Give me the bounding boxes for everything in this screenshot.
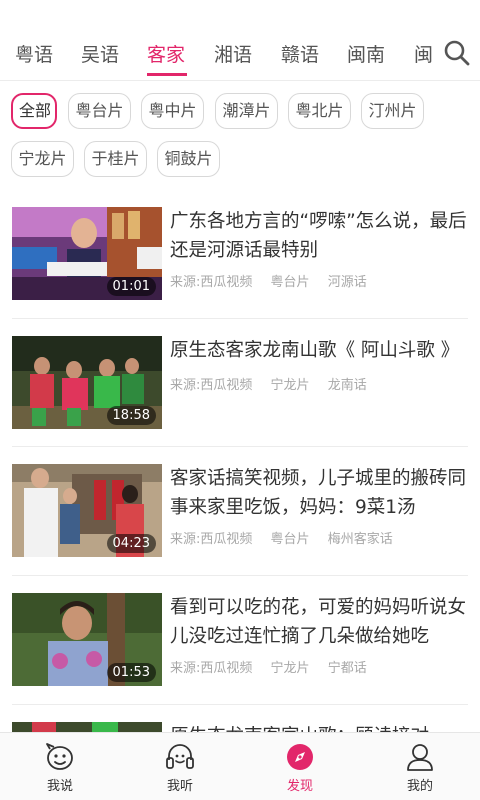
tab-wu[interactable]: 吴语 <box>81 40 119 70</box>
video-region-tag: 粤台片 <box>270 532 310 547</box>
tab-hakka[interactable]: 客家 <box>147 40 185 70</box>
video-thumbnail[interactable]: 04:23 <box>12 464 162 557</box>
chip-all[interactable]: 全部 <box>11 93 57 129</box>
video-meta: 来源:西瓜视频 粤台片 河源话 <box>170 271 381 290</box>
dialect-tab-bar: 粤语 吴语 客家 湘语 赣语 闽南 闽 <box>0 0 480 80</box>
video-region-tag: 宁龙片 <box>270 378 310 393</box>
chip-yugui[interactable]: 于桂片 <box>84 141 147 177</box>
headphones-icon <box>166 744 194 769</box>
video-item[interactable]: 18:58 原生态客家龙南山歌《 阿山斗歌 》 来源:西瓜视频 宁龙片 龙南话 <box>0 336 480 454</box>
speech-bubble-icon <box>46 743 73 770</box>
nav-item-speak[interactable]: 我说 <box>0 733 120 800</box>
video-title[interactable]: 客家话搞笑视频，儿子城里的搬砖同事来家里吃饭，妈妈：9菜1汤 <box>170 464 474 522</box>
video-thumbnail[interactable]: 01:01 <box>12 207 162 300</box>
chip-yuezhong[interactable]: 粤中片 <box>141 93 204 129</box>
video-source: 来源:西瓜视频 <box>170 661 253 676</box>
app-root: 粤语 吴语 客家 湘语 赣语 闽南 闽 全部 粤台片 粤中片 潮漳片 粤北片 汀… <box>0 0 480 800</box>
nav-item-listen[interactable]: 我听 <box>120 733 240 800</box>
video-meta: 来源:西瓜视频 宁龙片 宁都话 <box>170 657 381 676</box>
nav-item-profile[interactable]: 我的 <box>360 733 480 800</box>
user-icon <box>407 744 433 771</box>
active-tab-indicator <box>147 73 187 76</box>
video-source: 来源:西瓜视频 <box>170 378 253 393</box>
video-meta: 来源:西瓜视频 宁龙片 龙南话 <box>170 374 381 393</box>
tab-min[interactable]: 闽 <box>414 40 433 70</box>
chip-yuebei[interactable]: 粤北片 <box>288 93 351 129</box>
compass-icon <box>287 744 313 770</box>
video-duration: 04:23 <box>106 534 156 553</box>
video-title[interactable]: 原生态客家龙南山歌《 阿山斗歌 》 <box>170 336 474 365</box>
video-thumbnail[interactable]: 18:58 <box>12 336 162 429</box>
search-button[interactable] <box>442 38 472 68</box>
video-dialect-tag: 河源话 <box>327 275 367 290</box>
tab-minnan[interactable]: 闽南 <box>347 40 385 70</box>
video-dialect-tag: 宁都话 <box>327 661 367 676</box>
nav-label: 我说 <box>46 779 73 794</box>
bottom-navigation: 我说 我听 发现 我的 <box>0 732 480 800</box>
video-title[interactable]: 广东各地方言的“啰嗦”怎么说，最后还是河源话最特别 <box>170 207 474 265</box>
video-dialect-tag: 梅州客家话 <box>327 532 393 547</box>
video-item[interactable]: 01:53 看到可以吃的花，可爱的妈妈听说女儿没吃过连忙摘了几朵做给她吃 来源:… <box>0 593 480 711</box>
video-region-tag: 粤台片 <box>270 275 310 290</box>
video-source: 来源:西瓜视频 <box>170 275 253 290</box>
video-duration: 01:53 <box>106 663 156 682</box>
video-source: 来源:西瓜视频 <box>170 532 253 547</box>
nav-label: 我的 <box>406 779 433 794</box>
feed-divider <box>12 704 468 705</box>
search-icon <box>444 40 470 66</box>
feed-divider <box>12 446 468 447</box>
video-item[interactable]: 04:23 客家话搞笑视频，儿子城里的搬砖同事来家里吃饭，妈妈：9菜1汤 来源:… <box>0 464 480 582</box>
video-item[interactable]: 01:01 广东各地方言的“啰嗦”怎么说，最后还是河源话最特别 来源:西瓜视频 … <box>0 207 480 325</box>
feed-divider <box>12 318 468 319</box>
chip-tingzhou[interactable]: 汀州片 <box>361 93 424 129</box>
chip-tonggu[interactable]: 铜鼓片 <box>157 141 220 177</box>
tab-divider <box>0 80 480 81</box>
tab-xiang[interactable]: 湘语 <box>214 40 252 70</box>
video-meta: 来源:西瓜视频 粤台片 梅州客家话 <box>170 528 407 547</box>
video-duration: 01:01 <box>106 277 156 296</box>
chip-ninglong[interactable]: 宁龙片 <box>11 141 74 177</box>
nav-item-discover[interactable]: 发现 <box>240 733 360 800</box>
chip-chaozhang[interactable]: 潮漳片 <box>215 93 278 129</box>
video-title[interactable]: 看到可以吃的花，可爱的妈妈听说女儿没吃过连忙摘了几朵做给她吃 <box>170 593 474 651</box>
feed-divider <box>12 575 468 576</box>
nav-label: 我听 <box>166 779 193 794</box>
nav-label: 发现 <box>286 779 313 794</box>
video-thumbnail[interactable]: 01:53 <box>12 593 162 686</box>
chip-yuetai[interactable]: 粤台片 <box>68 93 131 129</box>
video-dialect-tag: 龙南话 <box>327 378 367 393</box>
video-duration: 18:58 <box>106 406 156 425</box>
video-region-tag: 宁龙片 <box>270 661 310 676</box>
tab-gan[interactable]: 赣语 <box>281 40 319 70</box>
tab-yue[interactable]: 粤语 <box>15 40 53 70</box>
